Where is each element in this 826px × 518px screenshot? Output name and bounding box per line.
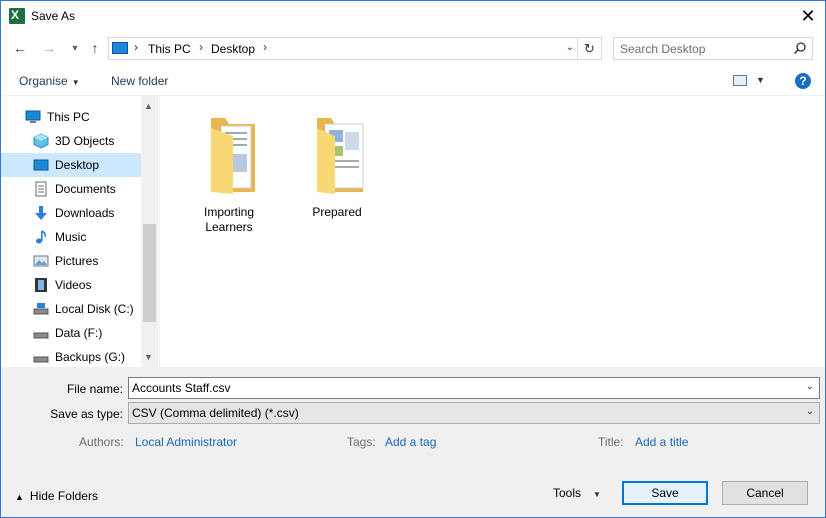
sidebar-item-videos[interactable]: Videos (1, 273, 141, 297)
cancel-button[interactable]: Cancel (722, 481, 808, 505)
save-as-type-value: CSV (Comma delimited) (*.csv) (132, 406, 299, 420)
folder-icon (211, 118, 255, 194)
hide-folders-label: Hide Folders (29, 489, 98, 503)
authors-label: Authors: (79, 435, 124, 449)
sidebar-item-label: 3D Objects (55, 134, 115, 148)
sidebar-item-3d-objects[interactable]: 3D Objects (1, 129, 141, 153)
folder-item-importing-learners[interactable]: Importing Learners (184, 114, 274, 235)
cube-icon (33, 133, 49, 149)
sidebar-item-label: Data (F:) (55, 326, 103, 340)
hide-folders-button[interactable]: ▲ Hide Folders (15, 489, 98, 503)
sidebar-item-documents[interactable]: Documents (1, 177, 141, 201)
drive-icon (33, 332, 49, 339)
recent-locations-chevron-icon[interactable]: ▼ (67, 40, 83, 56)
file-name-label: File name: (66, 382, 123, 396)
search-icon[interactable] (793, 41, 807, 55)
sidebar-item-label: Downloads (55, 206, 115, 220)
sidebar-item-downloads[interactable]: Downloads (1, 201, 141, 225)
folder-icon (317, 118, 364, 194)
folder-item-prepared[interactable]: Prepared (292, 114, 382, 220)
save-as-type-label: Save as type: (50, 407, 123, 421)
search-input[interactable] (614, 38, 784, 59)
title-bar: Save As ✕ (1, 1, 825, 32)
close-button[interactable]: ✕ (791, 1, 825, 31)
file-list: Importing Learners Prepared (159, 96, 825, 367)
save-as-dialog: Save As ✕ ← → ▼ ↑ › This PC › Desktop › … (0, 0, 826, 518)
picture-icon (33, 255, 49, 267)
sidebar-item-label: Desktop (55, 158, 100, 172)
chevron-down-icon[interactable]: ⌄ (806, 381, 814, 392)
caret-down-icon: ▼ (71, 78, 80, 87)
sidebar-item-data-f[interactable]: Data (F:) (1, 321, 141, 345)
new-folder-button[interactable]: New folder (111, 74, 168, 88)
window-title: Save As (31, 9, 76, 23)
forward-arrow-icon[interactable]: → (41, 40, 57, 56)
sidebar-item-label: Music (55, 230, 87, 244)
folder-label: Importing Learners (203, 205, 255, 234)
save-as-type-select[interactable]: CSV (Comma delimited) (*.csv) ⌄ (128, 402, 820, 424)
tags-value[interactable]: Add a tag (385, 435, 436, 449)
sidebar-item-music[interactable]: Music (1, 225, 141, 249)
sidebar-scrollbar[interactable]: ▲ ▼ (141, 96, 158, 367)
up-arrow-icon[interactable]: ↑ (87, 40, 103, 56)
sidebar-item-desktop[interactable]: Desktop (1, 153, 141, 177)
scroll-up-icon[interactable]: ▲ (144, 101, 153, 111)
sidebar-item-label: Pictures (55, 254, 99, 268)
file-name-combo[interactable]: ⌄ (128, 377, 820, 399)
scroll-down-icon[interactable]: ▼ (144, 352, 153, 362)
title-label: Title: (598, 435, 624, 449)
title-value[interactable]: Add a title (635, 435, 688, 449)
music-note-icon (36, 230, 46, 244)
command-bar: Organise ▼ New folder ▼ ? (1, 66, 825, 96)
change-view-icon[interactable] (733, 75, 747, 86)
navigation-pane: This PC 3D Objects Desktop Documents Dow… (1, 96, 159, 367)
sidebar-item-label: Videos (55, 278, 92, 292)
drive-icon (33, 303, 49, 315)
caret-down-icon: ▼ (593, 490, 601, 499)
chevron-right-icon[interactable]: › (134, 40, 138, 54)
save-button[interactable]: Save (622, 481, 708, 505)
organise-label: Organise (19, 74, 68, 88)
refresh-button[interactable]: ↻ (578, 37, 602, 60)
sidebar-item-label: This PC (47, 110, 90, 124)
address-bar[interactable]: › This PC › Desktop › ⌄ (108, 37, 578, 60)
search-box[interactable] (613, 37, 813, 60)
computer-icon (112, 42, 128, 54)
drive-icon (33, 356, 49, 363)
download-arrow-icon (35, 206, 47, 220)
back-arrow-icon[interactable]: ← (12, 40, 28, 56)
sidebar-item-pictures[interactable]: Pictures (1, 249, 141, 273)
chevron-down-icon[interactable]: ⌄ (566, 42, 574, 53)
tags-label: Tags: (347, 435, 376, 449)
chevron-up-icon: ▲ (15, 492, 24, 502)
computer-icon (25, 110, 41, 123)
chevron-right-icon[interactable]: › (199, 40, 203, 54)
sidebar-item-this-pc[interactable]: This PC (1, 105, 141, 129)
scrollbar-thumb[interactable] (143, 224, 156, 322)
authors-value[interactable]: Local Administrator (135, 435, 237, 449)
sidebar-item-local-disk-c[interactable]: Local Disk (C:) (1, 297, 141, 321)
view-options-caret-icon[interactable]: ▼ (756, 75, 765, 85)
sidebar-item-label: Documents (55, 182, 116, 196)
navigation-bar: ← → ▼ ↑ › This PC › Desktop › ⌄ ↻ (1, 32, 825, 66)
desktop-icon (33, 159, 49, 171)
chevron-down-icon[interactable]: ⌄ (806, 406, 814, 417)
film-icon (35, 278, 47, 292)
sidebar-item-backups-g[interactable]: Backups (G:) (1, 345, 141, 369)
help-icon[interactable]: ? (795, 73, 811, 89)
sidebar-item-label: Backups (G:) (55, 350, 126, 364)
excel-app-icon (9, 8, 25, 24)
breadcrumb-desktop[interactable]: Desktop (211, 42, 255, 56)
sidebar-item-label: Local Disk (C:) (55, 302, 134, 316)
document-icon (35, 181, 47, 197)
organise-menu-button[interactable]: Organise ▼ (19, 74, 80, 88)
breadcrumb-this-pc[interactable]: This PC (148, 42, 191, 56)
tools-menu-button[interactable]: Tools ▼ (553, 486, 601, 500)
chevron-right-icon[interactable]: › (263, 40, 267, 54)
folder-label: Prepared (312, 205, 362, 219)
file-name-input[interactable] (129, 378, 764, 398)
tools-label: Tools (553, 486, 582, 500)
